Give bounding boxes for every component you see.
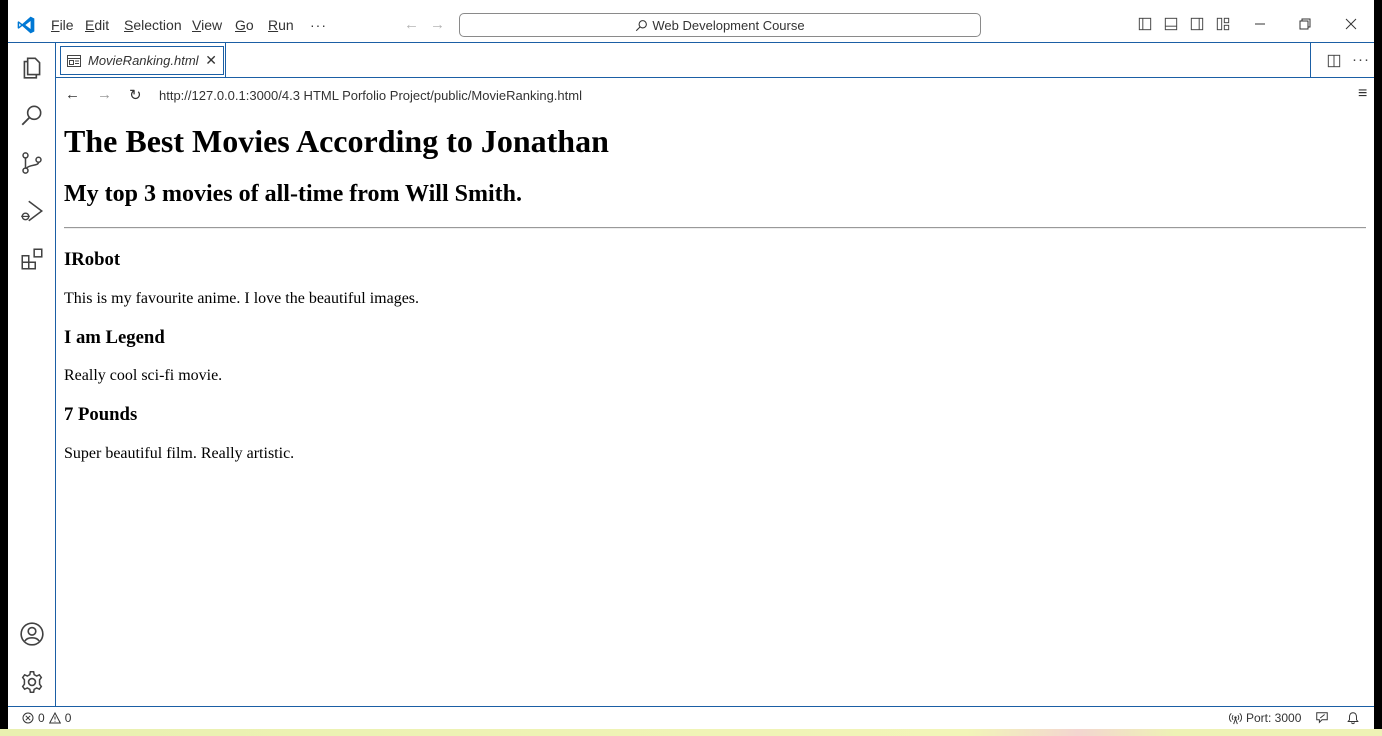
movie-description: Really cool sci-fi movie. [64,367,223,384]
menu-edit[interactable]: Edit [85,17,109,33]
broadcast-icon [1229,712,1242,724]
warning-icon [48,712,61,724]
movie-description: This is my favourite anime. I love the b… [64,290,420,307]
menu-go[interactable]: Go [235,17,254,33]
editor-tab-bar: MovieRanking.html ✕ ··· [56,43,1374,78]
movie-description: Super beautiful film. Really artistic. [64,445,295,462]
tab-close-button[interactable]: ✕ [205,52,217,69]
command-center-search[interactable]: Web Development Course [459,13,981,37]
problems-status[interactable]: 0 0 [22,711,71,725]
preview-icon [67,54,81,67]
more-actions-button[interactable]: ··· [1352,51,1370,68]
tab-label: MovieRanking.html [88,53,199,68]
port-label: Port: 3000 [1246,711,1302,725]
nav-back-button[interactable]: ← [404,16,419,33]
movie-title: IRobot [64,249,121,270]
title-bar: File Edit Selection View Go Run ··· ← → … [8,0,1374,43]
menu-run[interactable]: Run [268,17,294,33]
toggle-secondary-sidebar-icon[interactable] [1190,17,1204,31]
run-and-debug-icon[interactable] [19,198,45,224]
browser-url-input[interactable]: http://127.0.0.1:3000/4.3 HTML Porfolio … [159,88,582,103]
warning-count: 0 [64,711,72,725]
feedback-icon[interactable] [1315,711,1329,725]
browser-toolbar: ← → ↻ http://127.0.0.1:3000/4.3 HTML Por… [56,78,1374,112]
activity-bar [8,43,56,706]
divider [64,227,1366,229]
movie-title: 7 Pounds [64,404,138,425]
browser-forward-button[interactable]: → [97,86,112,103]
error-count: 0 [38,711,45,725]
search-icon[interactable] [19,102,45,128]
minimize-icon[interactable] [1254,18,1266,30]
search-label: Web Development Course [652,17,805,33]
extensions-icon[interactable] [19,246,45,272]
nav-forward-button[interactable]: → [430,16,445,33]
menu-more-button[interactable]: ··· [310,17,327,33]
explorer-icon[interactable] [19,54,45,80]
error-icon [22,712,34,724]
source-control-icon[interactable] [19,150,45,176]
menu-selection[interactable]: Selection [124,17,182,33]
vscode-window: File Edit Selection View Go Run ··· ← → … [8,0,1374,729]
split-editor-icon[interactable] [1327,54,1341,68]
desktop-background [0,729,1382,736]
tab-divider [225,43,226,78]
browser-menu-button[interactable]: ≡ [1358,85,1367,103]
toggle-panel-icon[interactable] [1164,17,1178,31]
notifications-bell-icon[interactable] [1346,711,1360,725]
accounts-icon[interactable] [19,621,45,647]
toggle-primary-sidebar-icon[interactable] [1138,17,1152,31]
vscode-logo-icon [17,16,35,34]
search-icon [636,19,648,31]
live-server-port[interactable]: Port: 3000 [1229,711,1301,725]
browser-back-button[interactable]: ← [65,86,80,103]
status-bar: 0 0 Port: 3000 [8,706,1374,729]
tab-movieranking[interactable]: MovieRanking.html ✕ [60,46,224,75]
manage-gear-icon[interactable] [19,669,45,695]
close-window-icon[interactable] [1345,18,1357,30]
editor-actions-divider [1310,43,1311,78]
menu-file[interactable]: File [51,17,74,33]
movie-title: I am Legend [64,327,165,348]
restore-icon[interactable] [1299,18,1311,30]
page-subheading: My top 3 movies of all-time from Will Sm… [64,181,522,207]
menu-view[interactable]: View [192,17,222,33]
page-heading: The Best Movies According to Jonathan [64,123,609,159]
browser-reload-button[interactable]: ↻ [129,86,142,104]
customize-layout-icon[interactable] [1216,17,1230,31]
rendered-page: The Best Movies According to Jonathan My… [56,112,1374,706]
